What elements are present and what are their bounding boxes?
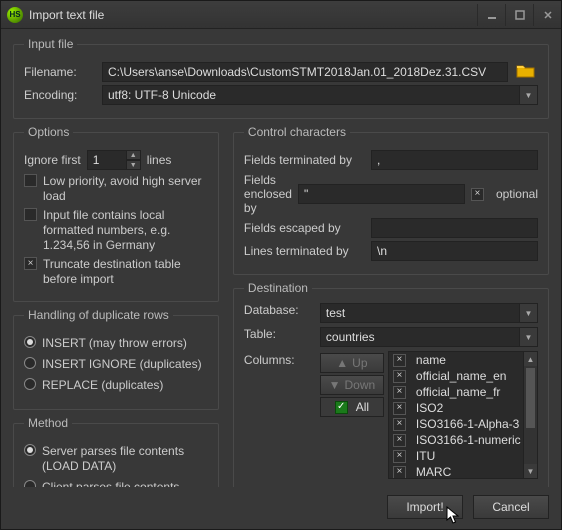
duplicates-legend: Handling of duplicate rows [24,308,173,322]
dup-insert-label: INSERT (may throw errors) [42,336,187,351]
lines-term-input[interactable] [371,241,538,261]
ignore-first-input[interactable] [87,150,127,170]
table-dropdown-icon[interactable]: ▼ [520,327,538,347]
all-button[interactable]: All [320,397,384,417]
minimize-button[interactable] [477,4,505,26]
filename-input[interactable] [102,62,508,82]
destination-legend: Destination [244,281,312,295]
fields-term-input[interactable] [371,150,538,170]
database-label: Database: [244,303,314,317]
up-button[interactable]: ▲Up [320,353,384,373]
filename-label: Filename: [24,65,94,79]
list-item: MARC [389,464,537,479]
columns-label: Columns: [244,351,314,367]
fields-esc-label: Fields escaped by [244,221,365,235]
encoding-label: Encoding: [24,88,94,102]
fields-term-label: Fields terminated by [244,153,365,167]
list-item: ISO3166-1-Alpha-3 [389,416,537,432]
options-group: Options Ignore first ▲ ▼ lines [13,125,219,302]
window-title: Import text file [29,8,477,22]
close-button[interactable] [533,4,561,26]
up-arrow-icon: ▲ [336,356,348,370]
dup-replace-label: REPLACE (duplicates) [42,378,163,393]
local-numbers-label: Input file contains local formatted numb… [43,208,208,253]
low-priority-label: Low priority, avoid high server load [43,174,208,204]
fields-encl-label: Fields enclosed by [244,173,292,215]
list-item: ISO2 [389,400,537,416]
table-select[interactable] [320,327,520,347]
app-icon: HS [7,7,23,23]
database-select[interactable] [320,303,520,323]
truncate-checkbox[interactable] [24,257,37,270]
ignore-first-label: Ignore first [24,153,81,167]
spin-down-icon[interactable]: ▼ [127,160,141,170]
local-numbers-checkbox[interactable] [24,208,37,221]
list-item: ISO3166-1-numeric [389,432,537,448]
input-file-group: Input file Filename: Encoding: ▼ [13,37,549,119]
table-label: Table: [244,327,314,341]
truncate-label: Truncate destination table before import [43,257,208,287]
fields-encl-input[interactable] [298,184,465,204]
list-item: name [389,352,537,368]
lines-term-label: Lines terminated by [244,244,365,258]
low-priority-checkbox[interactable] [24,174,37,187]
list-item: official_name_fr [389,384,537,400]
optional-label: optional [496,187,538,201]
method-client-radio[interactable] [24,480,36,487]
scroll-up-icon[interactable]: ▲ [524,352,537,366]
method-server-radio[interactable] [24,444,36,456]
import-button[interactable]: Import! [387,495,463,519]
lines-label: lines [147,153,172,167]
check-all-icon [335,401,348,414]
down-button[interactable]: ▼Down [320,375,384,395]
database-dropdown-icon[interactable]: ▼ [520,303,538,323]
method-client-label: Client parses file contents [42,480,179,487]
down-arrow-icon: ▼ [329,378,341,392]
browse-button[interactable] [516,62,538,82]
dup-ignore-radio[interactable] [24,357,36,369]
encoding-select[interactable] [102,85,520,105]
columns-listbox[interactable]: name official_name_en official_name_fr I… [388,351,538,479]
method-server-label: Server parses file contents (LOAD DATA) [42,444,208,474]
dup-ignore-label: INSERT IGNORE (duplicates) [42,357,202,372]
control-chars-legend: Control characters [244,125,350,139]
scroll-thumb[interactable] [526,368,535,428]
titlebar[interactable]: HS Import text file [1,1,561,29]
dup-replace-radio[interactable] [24,378,36,390]
columns-scrollbar[interactable]: ▲ ▼ [523,352,537,478]
encoding-dropdown-icon[interactable]: ▼ [520,85,538,105]
maximize-button[interactable] [505,4,533,26]
input-file-legend: Input file [24,37,77,51]
options-legend: Options [24,125,73,139]
optional-checkbox[interactable] [471,188,484,201]
import-dialog: HS Import text file Input file Filename: [0,0,562,530]
method-group: Method Server parses file contents (LOAD… [13,416,219,487]
dup-insert-radio[interactable] [24,336,36,348]
list-item: ITU [389,448,537,464]
destination-group: Destination Database: ▼ Table: ▼ Columns… [233,281,549,487]
duplicates-group: Handling of duplicate rows INSERT (may t… [13,308,219,410]
spin-up-icon[interactable]: ▲ [127,150,141,160]
control-chars-group: Control characters Fields terminated by … [233,125,549,275]
method-legend: Method [24,416,72,430]
list-item: official_name_en [389,368,537,384]
cancel-button[interactable]: Cancel [473,495,549,519]
scroll-down-icon[interactable]: ▼ [524,464,537,478]
dialog-footer: Import! Cancel [1,487,561,529]
fields-esc-input[interactable] [371,218,538,238]
